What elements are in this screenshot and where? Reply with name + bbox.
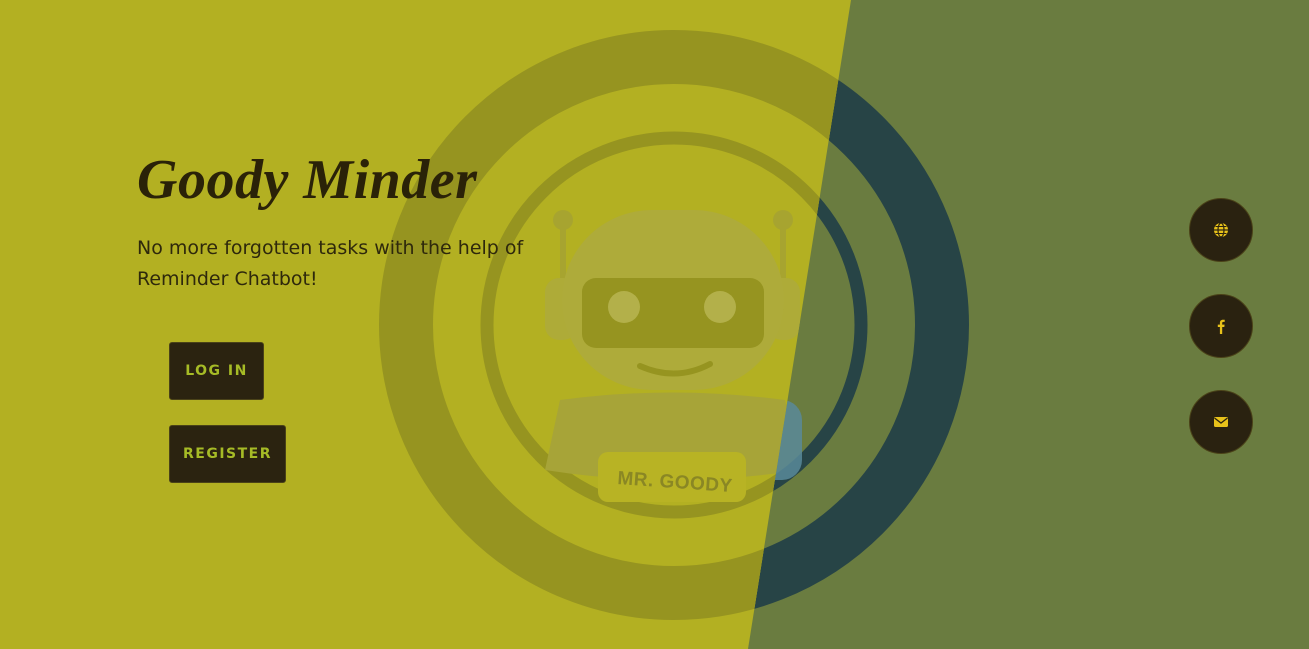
background-art — [0, 0, 1309, 649]
facebook-icon — [1217, 319, 1225, 334]
globe-icon — [1214, 222, 1228, 238]
register-button[interactable]: REGISTER — [169, 425, 286, 483]
email-icon — [1214, 417, 1228, 427]
social-globe-button[interactable] — [1189, 198, 1253, 262]
robot-mascot — [545, 210, 800, 502]
social-facebook-button[interactable] — [1189, 294, 1253, 358]
brand-title: Goody Minder — [137, 149, 478, 211]
tagline: No more forgotten tasks with the help of… — [137, 237, 524, 290]
login-button[interactable]: LOG IN — [169, 342, 264, 400]
social-email-button[interactable] — [1189, 390, 1253, 454]
